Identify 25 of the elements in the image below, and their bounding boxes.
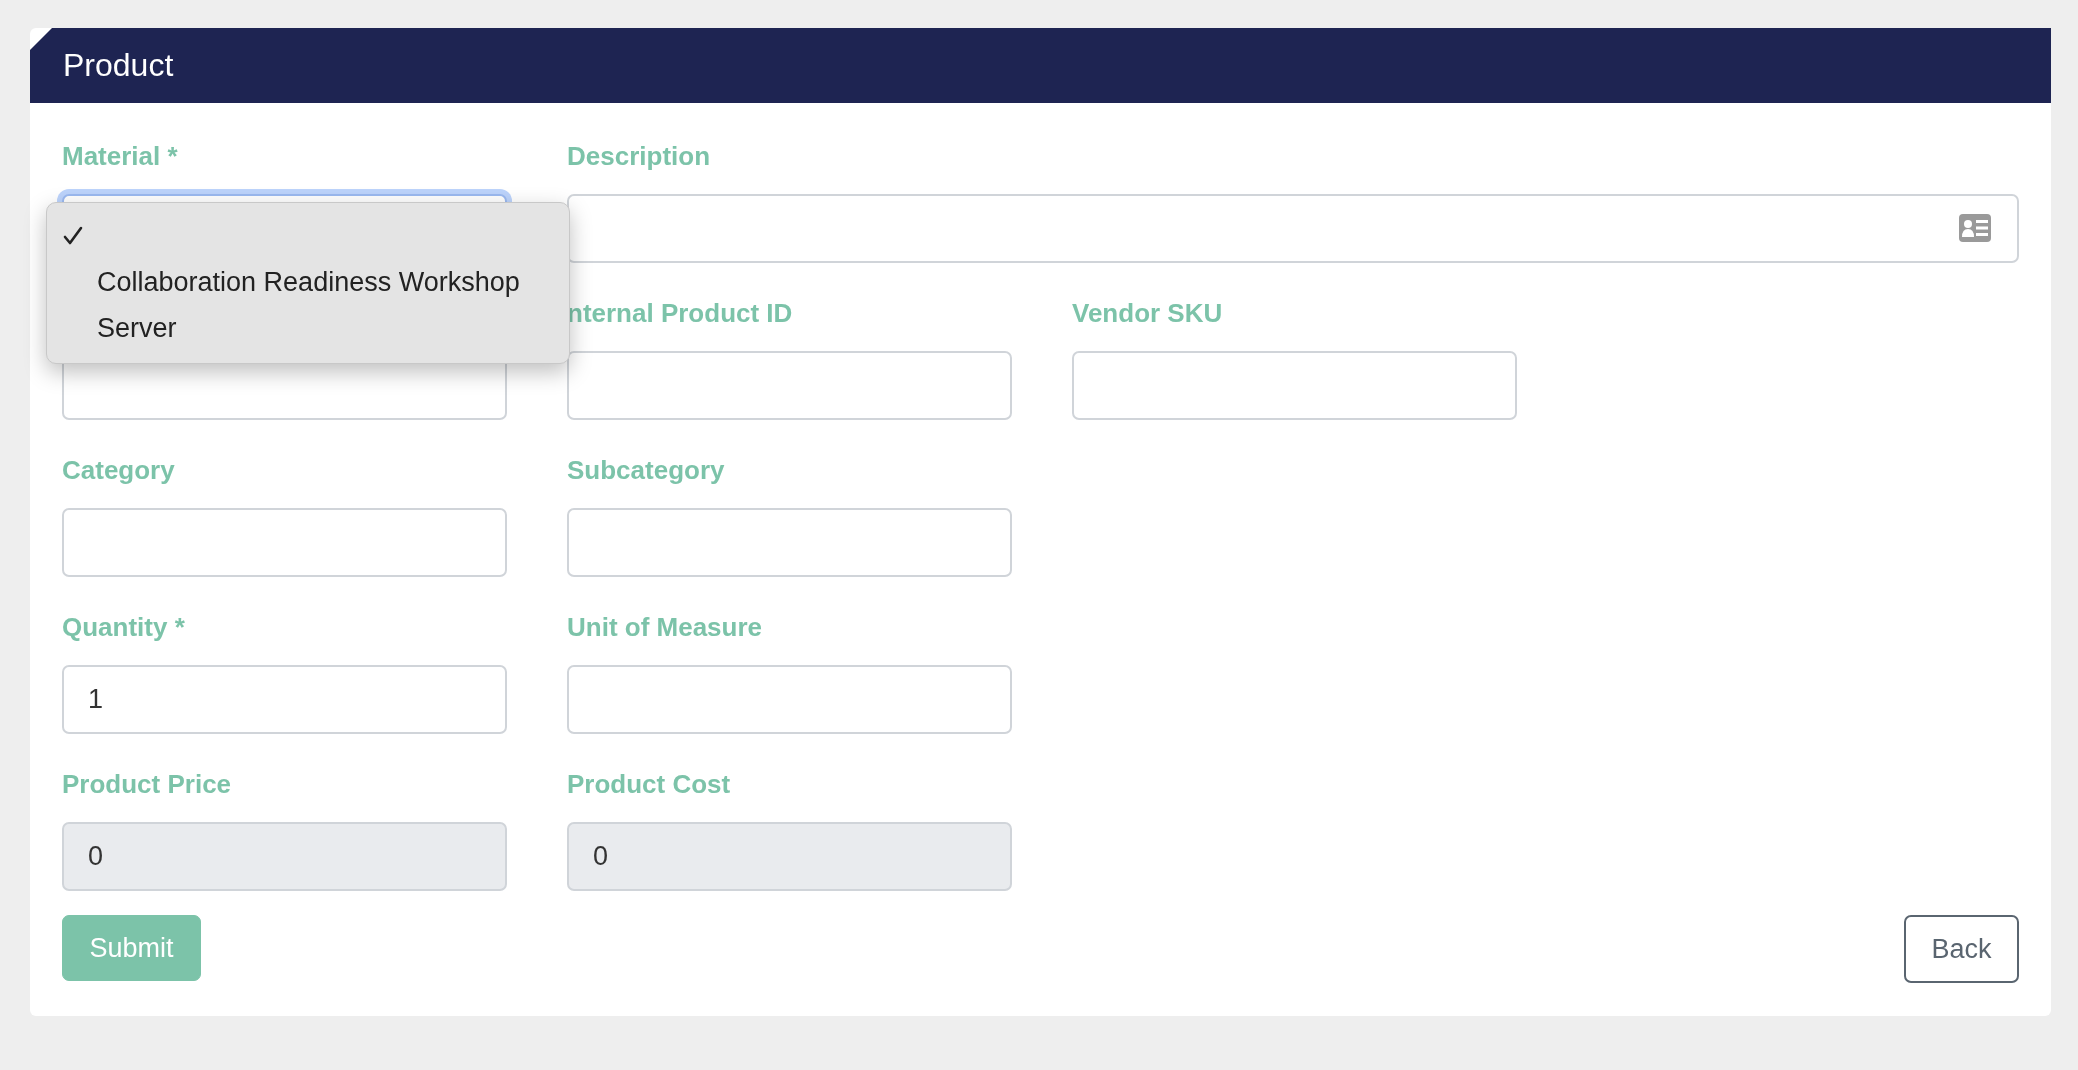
field-label: Description: [567, 141, 712, 173]
checkmark-icon: [63, 226, 83, 246]
input-field[interactable]: [567, 351, 1012, 420]
field-label: Subcategory: [567, 455, 726, 487]
field-label: Product Cost: [567, 769, 732, 801]
field-label: nternal Product ID: [567, 298, 794, 330]
field-label: Vendor SKU: [1072, 298, 1224, 330]
input-field[interactable]: 1: [62, 665, 507, 734]
back-button[interactable]: Back: [1904, 915, 2019, 983]
input-field[interactable]: [567, 508, 1012, 577]
field-label: Product Price: [62, 769, 233, 801]
dropdown-option[interactable]: Collaboration Readiness Workshop: [47, 259, 569, 305]
panel-title: Product: [63, 47, 174, 84]
readonly-field[interactable]: 0: [62, 822, 507, 891]
dropdown-option[interactable]: Server: [47, 305, 569, 351]
input-field[interactable]: [1072, 351, 1517, 420]
input-field[interactable]: [62, 508, 507, 577]
field-label: Quantity *: [62, 612, 186, 644]
contact-card-icon: [1959, 214, 1991, 242]
input-field[interactable]: [567, 194, 2019, 263]
field-label: Category: [62, 455, 176, 487]
field-label: Material *: [62, 141, 179, 173]
readonly-field[interactable]: 0: [567, 822, 1012, 891]
input-field[interactable]: [567, 665, 1012, 734]
field-label: Unit of Measure: [567, 612, 764, 644]
